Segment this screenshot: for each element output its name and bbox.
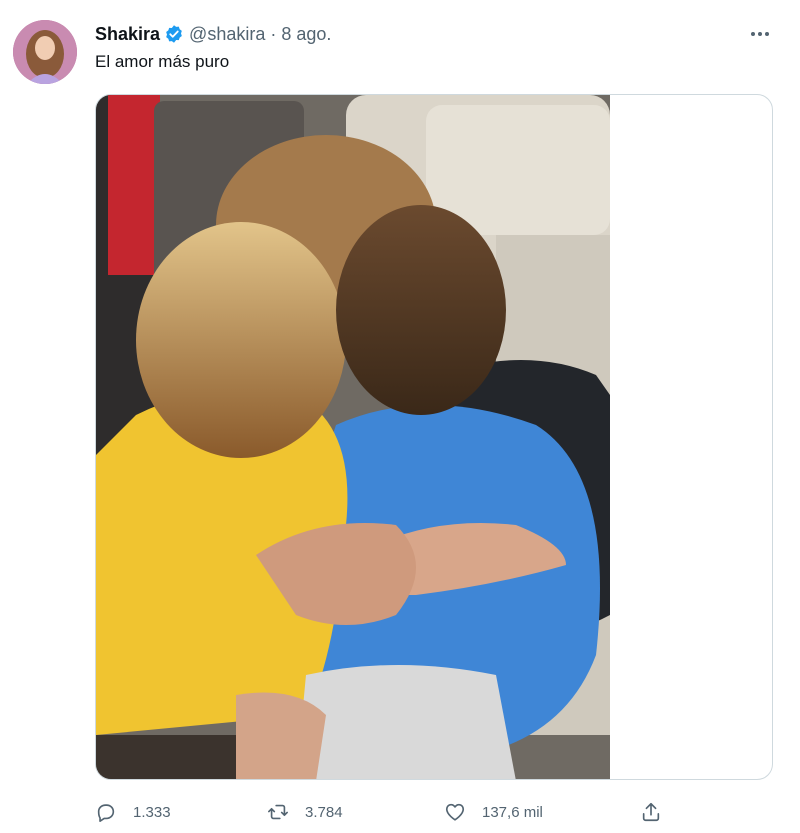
author-display-name[interactable]: Shakira — [95, 24, 160, 45]
author-handle[interactable]: @shakira — [189, 24, 265, 45]
verified-badge-icon — [164, 24, 184, 44]
share-button[interactable] — [640, 798, 662, 826]
more-options-button[interactable] — [748, 22, 772, 46]
retweet-icon — [268, 804, 288, 820]
avatar-image — [13, 20, 77, 84]
like-button[interactable]: 137,6 mil — [444, 798, 543, 826]
tweet-actions: 1.333 3.784 137,6 mil — [95, 798, 675, 826]
reply-icon — [97, 804, 115, 822]
photo-image — [96, 95, 610, 779]
meta-separator: · — [270, 23, 277, 44]
tweet-media[interactable] — [95, 94, 773, 780]
tweet-timestamp[interactable]: 8 ago. — [281, 24, 331, 45]
tweet-header: Shakira @shakira · 8 ago. — [95, 22, 331, 46]
retweet-count: 3.784 — [305, 803, 343, 821]
more-dot-icon — [758, 32, 762, 36]
tweet-card[interactable]: Shakira @shakira · 8 ago. El amor más pu… — [0, 0, 800, 833]
reply-count: 1.333 — [133, 803, 171, 821]
share-icon — [642, 802, 660, 822]
tweet-text: El amor más puro — [95, 52, 230, 71]
heart-icon — [445, 803, 465, 821]
reply-button[interactable]: 1.333 — [95, 798, 171, 826]
author-avatar[interactable] — [13, 20, 77, 84]
tweet-photo[interactable] — [96, 95, 610, 779]
more-dot-icon — [751, 32, 755, 36]
like-count: 137,6 mil — [482, 803, 543, 821]
more-dot-icon — [765, 32, 769, 36]
retweet-button[interactable]: 3.784 — [267, 798, 343, 826]
